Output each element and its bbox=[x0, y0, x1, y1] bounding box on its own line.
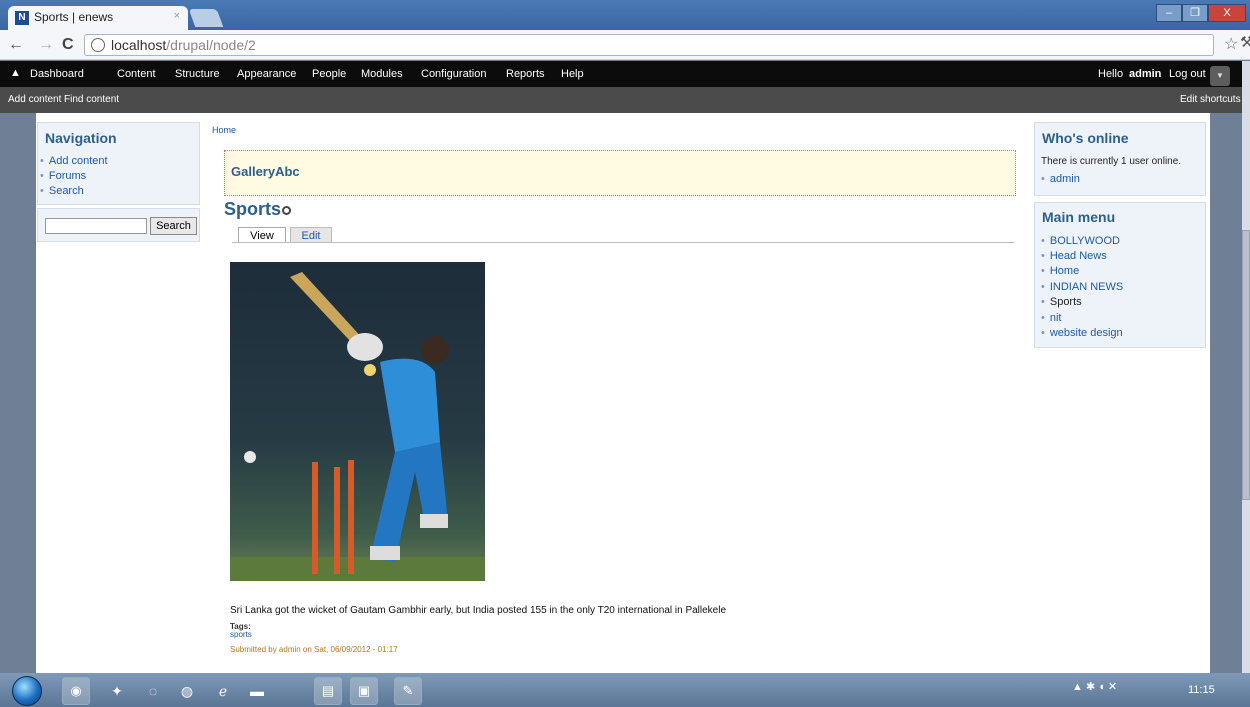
breadcrumb[interactable]: Home bbox=[212, 125, 236, 135]
window-maximize-button[interactable]: ❐ bbox=[1182, 4, 1208, 22]
drupal-admin-toolbar: ▲ Dashboard Content Structure Appearance… bbox=[0, 61, 1242, 87]
wrench-menu-icon[interactable]: ⚒ bbox=[1240, 33, 1250, 51]
tab-title: Sports | enews bbox=[34, 10, 114, 24]
toolbar-dashboard[interactable]: Dashboard bbox=[30, 68, 84, 80]
chat-taskbar-icon[interactable]: ◌ bbox=[142, 680, 164, 702]
firefox-taskbar-icon[interactable]: ✦ bbox=[106, 680, 128, 702]
navigation-title: Navigation bbox=[45, 130, 117, 146]
url-host: localhost bbox=[111, 37, 167, 53]
tab-view[interactable]: View bbox=[238, 227, 286, 243]
shortcuts-bar: Add content Find content Edit shortcuts bbox=[0, 87, 1242, 113]
gallery-title[interactable]: GalleryAbc bbox=[231, 164, 300, 179]
taskbar-clock[interactable]: 11:15 bbox=[1188, 684, 1215, 696]
submitted-info: Submitted by admin on Sat, 06/09/2012 - … bbox=[230, 645, 398, 654]
toolbar-modules[interactable]: Modules bbox=[361, 68, 403, 80]
page-info-icon[interactable] bbox=[91, 38, 105, 52]
back-icon[interactable]: ← bbox=[8, 36, 24, 54]
reload-icon[interactable]: C bbox=[62, 36, 74, 54]
article-image bbox=[230, 262, 485, 581]
bookmark-star-icon[interactable]: ☆ bbox=[1224, 34, 1238, 54]
scrollbar-thumb[interactable] bbox=[1242, 230, 1250, 500]
edit-shortcuts-link[interactable]: Edit shortcuts bbox=[1180, 94, 1241, 105]
username-link[interactable]: admin bbox=[1129, 68, 1161, 80]
whos-online-title: Who's online bbox=[1042, 130, 1129, 146]
contextual-gear-icon[interactable] bbox=[282, 206, 291, 215]
system-tray-icons[interactable]: ▲ ✱ ◖ ✕ bbox=[1072, 680, 1117, 693]
chrome-taskbar-icon[interactable]: ◉ bbox=[62, 677, 90, 705]
page-content bbox=[36, 113, 1210, 673]
whos-online-text: There is currently 1 user online. bbox=[1041, 156, 1182, 167]
explorer-taskbar-icon[interactable]: ▤ bbox=[314, 677, 342, 705]
home-icon[interactable]: ▲ bbox=[10, 67, 21, 79]
url-path: /drupal/node/2 bbox=[166, 37, 256, 53]
nav-search[interactable]: Search bbox=[40, 185, 84, 197]
menu-item-sports-active[interactable]: Sports bbox=[1041, 296, 1082, 308]
menu-item-bollywood[interactable]: BOLLYWOOD bbox=[1041, 235, 1120, 247]
menu-item-head-news[interactable]: Head News bbox=[1041, 250, 1107, 262]
menu-item-nit[interactable]: nit bbox=[1041, 312, 1062, 324]
menu-item-website-design[interactable]: website design bbox=[1041, 327, 1123, 339]
toolbar-structure[interactable]: Structure bbox=[175, 68, 220, 80]
menu-item-indian-news[interactable]: INDIAN NEWS bbox=[1041, 281, 1123, 293]
toolbar-configuration[interactable]: Configuration bbox=[421, 68, 486, 80]
hello-label: Hello bbox=[1098, 68, 1124, 80]
window-minimize-button[interactable]: – bbox=[1156, 4, 1182, 22]
toolbar-help[interactable]: Help bbox=[561, 68, 584, 80]
tag-link[interactable]: sports bbox=[230, 630, 252, 639]
menu-item-home[interactable]: Home bbox=[1041, 265, 1079, 277]
toolbar-content[interactable]: Content bbox=[117, 68, 156, 80]
toolbar-people[interactable]: People bbox=[312, 68, 346, 80]
address-bar[interactable]: localhost/drupal/node/2 bbox=[84, 34, 1214, 56]
search-button[interactable]: Search bbox=[150, 217, 197, 235]
online-user-admin[interactable]: admin bbox=[1041, 173, 1080, 185]
tab-edit[interactable]: Edit bbox=[290, 227, 332, 243]
forward-icon[interactable]: → bbox=[38, 36, 54, 54]
main-menu-title: Main menu bbox=[1042, 209, 1116, 225]
start-button-icon[interactable] bbox=[12, 676, 42, 706]
app-taskbar-icon[interactable]: ◍ bbox=[176, 680, 198, 702]
window-taskbar-icon[interactable]: ▣ bbox=[350, 677, 378, 705]
page-title: Sports bbox=[224, 199, 282, 219]
toolbar-appearance[interactable]: Appearance bbox=[237, 68, 296, 80]
browser-tab[interactable]: N Sports | enews × bbox=[8, 6, 188, 30]
paint-taskbar-icon[interactable]: ✎ bbox=[394, 677, 422, 705]
favicon-icon: N bbox=[15, 11, 29, 25]
toolbar-reports[interactable]: Reports bbox=[506, 68, 545, 80]
nav-add-content[interactable]: Add content bbox=[40, 155, 108, 167]
window-close-button[interactable]: X bbox=[1208, 4, 1246, 22]
tab-close-icon[interactable]: × bbox=[174, 10, 180, 22]
tabs-divider bbox=[232, 242, 1014, 243]
shortcut-find-content[interactable]: Find content bbox=[64, 94, 119, 105]
folder-taskbar-icon[interactable]: ▬ bbox=[246, 680, 268, 702]
browser-toolbar: ← → C localhost/drupal/node/2 bbox=[0, 30, 1250, 60]
toolbar-drawer-toggle-icon[interactable]: ▼ bbox=[1210, 66, 1230, 86]
cricketer-illustration bbox=[230, 272, 485, 581]
search-input[interactable] bbox=[45, 218, 147, 234]
ie-taskbar-icon[interactable]: ℯ bbox=[212, 680, 234, 702]
logout-link[interactable]: Log out bbox=[1169, 68, 1206, 80]
article-caption: Sri Lanka got the wicket of Gautam Gambh… bbox=[230, 605, 727, 616]
shortcut-add-content[interactable]: Add content bbox=[8, 94, 61, 105]
gallery-banner: GalleryAbc bbox=[224, 150, 1016, 196]
nav-forums[interactable]: Forums bbox=[40, 170, 86, 182]
